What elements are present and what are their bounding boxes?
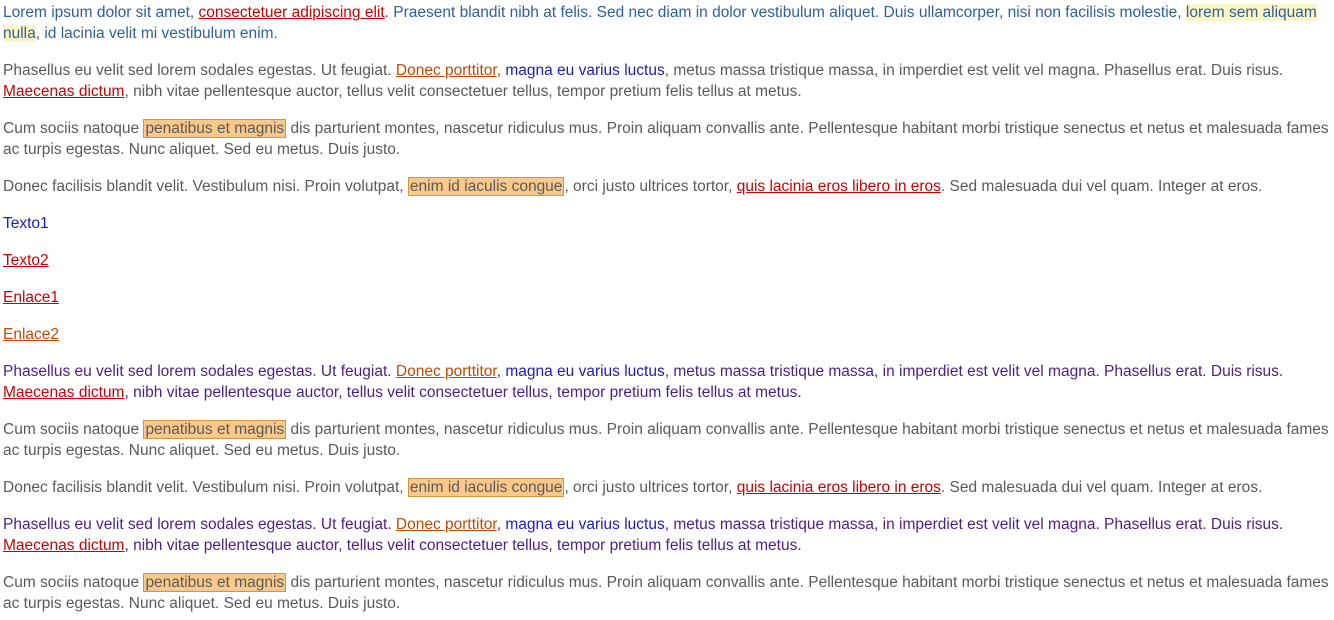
text-segment: Phasellus eu velit sed lorem sodales ege… <box>3 363 396 380</box>
text-segment: Donec facilisis blandit velit. Vestibulu… <box>3 178 408 195</box>
enlace2-link[interactable]: Enlace2 <box>3 326 59 343</box>
texto1-item: Texto1 <box>3 213 1331 234</box>
link-maecenas-dictum[interactable]: Maecenas dictum <box>3 83 124 100</box>
link-donec-porttitor[interactable]: Donec porttitor <box>396 363 497 380</box>
link-magna-eu-varius[interactable]: magna eu varius luctus <box>505 363 664 380</box>
text-segment: . Praesent blandit nibh at felis. Sed ne… <box>384 4 1186 21</box>
link-maecenas-dictum[interactable]: Maecenas dictum <box>3 537 124 554</box>
cum-sociis-paragraph-2: Cum sociis natoque penatibus et magnis d… <box>3 419 1331 461</box>
donec-facilisis-paragraph: Donec facilisis blandit velit. Vestibulu… <box>3 176 1331 197</box>
highlight-penatibus: penatibus et magnis <box>143 420 287 439</box>
highlight-enim-id: enim id iaculis congue <box>407 177 565 196</box>
texto2-item: Texto2 <box>3 250 1331 271</box>
text-segment: , metus massa tristique massa, in imperd… <box>664 62 1284 79</box>
text-segment: Cum sociis natoque <box>3 421 144 438</box>
enlace1-link[interactable]: Enlace1 <box>3 289 59 306</box>
document-body: Lorem ipsum dolor sit amet, consectetuer… <box>0 0 1334 614</box>
text-segment: , orci justo ultrices tortor, <box>564 178 737 195</box>
link-donec-porttitor[interactable]: Donec porttitor <box>396 516 497 533</box>
link-consectetuer[interactable]: consectetuer adipiscing elit <box>199 4 385 21</box>
text-segment: Phasellus eu velit sed lorem sodales ege… <box>3 62 396 79</box>
text-segment: . Sed malesuada dui vel quam. Integer at… <box>940 479 1263 496</box>
cum-sociis-paragraph: Cum sociis natoque penatibus et magnis d… <box>3 118 1331 160</box>
text-segment: , id lacinia velit mi vestibulum enim. <box>35 25 278 42</box>
text-segment: , nibh vitae pellentesque auctor, tellus… <box>124 83 802 100</box>
link-donec-porttitor[interactable]: Donec porttitor <box>396 62 497 79</box>
text-segment: Lorem ipsum dolor sit amet, <box>3 4 199 21</box>
link-magna-eu-varius[interactable]: magna eu varius luctus <box>505 62 664 79</box>
enlace1-item: Enlace1 <box>3 287 1331 308</box>
phasellus-paragraph-2: Phasellus eu velit sed lorem sodales ege… <box>3 361 1331 403</box>
highlight-penatibus: penatibus et magnis <box>143 119 287 138</box>
text-segment: , metus massa tristique massa, in imperd… <box>664 516 1284 533</box>
enlace2-item: Enlace2 <box>3 324 1331 345</box>
text-segment: . Sed malesuada dui vel quam. Integer at… <box>940 178 1263 195</box>
texto1-label: Texto1 <box>3 215 49 232</box>
link-maecenas-dictum[interactable]: Maecenas dictum <box>3 384 124 401</box>
text-segment: Donec facilisis blandit velit. Vestibulu… <box>3 479 408 496</box>
text-segment: , nibh vitae pellentesque auctor, tellus… <box>124 537 802 554</box>
intro-paragraph: Lorem ipsum dolor sit amet, consectetuer… <box>3 2 1331 44</box>
donec-facilisis-paragraph-2: Donec facilisis blandit velit. Vestibulu… <box>3 477 1331 498</box>
link-quis-lacinia[interactable]: quis lacinia eros libero in eros <box>737 178 941 195</box>
texto2-link[interactable]: Texto2 <box>3 252 49 269</box>
link-quis-lacinia[interactable]: quis lacinia eros libero in eros <box>737 479 941 496</box>
text-segment: , metus massa tristique massa, in imperd… <box>664 363 1284 380</box>
phasellus-paragraph-3: Phasellus eu velit sed lorem sodales ege… <box>3 514 1331 556</box>
highlight-penatibus: penatibus et magnis <box>143 573 287 592</box>
text-segment: Phasellus eu velit sed lorem sodales ege… <box>3 516 396 533</box>
cum-sociis-paragraph-3: Cum sociis natoque penatibus et magnis d… <box>3 572 1331 614</box>
phasellus-paragraph: Phasellus eu velit sed lorem sodales ege… <box>3 60 1331 102</box>
text-segment: , orci justo ultrices tortor, <box>564 479 737 496</box>
text-segment: , nibh vitae pellentesque auctor, tellus… <box>124 384 802 401</box>
text-segment: Cum sociis natoque <box>3 120 144 137</box>
link-magna-eu-varius[interactable]: magna eu varius luctus <box>505 516 664 533</box>
text-segment: Cum sociis natoque <box>3 574 144 591</box>
highlight-enim-id: enim id iaculis congue <box>407 478 565 497</box>
